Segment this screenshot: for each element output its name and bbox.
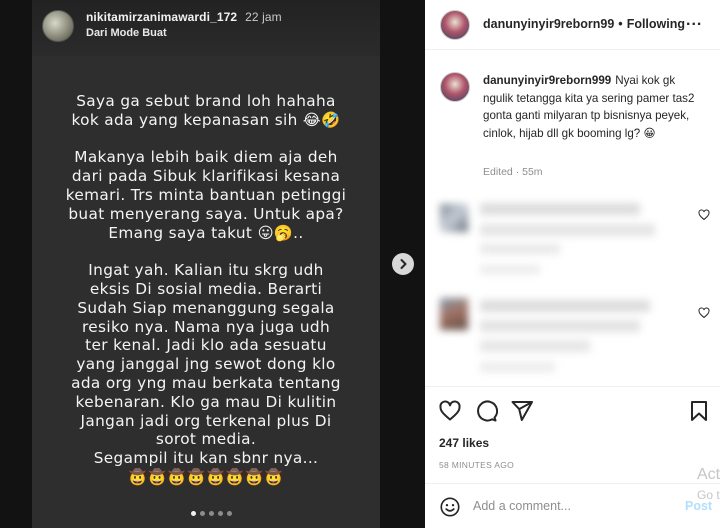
caption-avatar[interactable]: [440, 72, 470, 102]
story-text: Saya ga sebut brand loh hahaha kok ada y…: [65, 92, 347, 486]
carousel-dot[interactable]: [218, 511, 223, 516]
post-side-panel: danunyinyir9reborn99 • Following ... danun…: [425, 0, 720, 528]
story-subtitle: Dari Mode Buat: [86, 27, 167, 39]
comment-text-blurred: [480, 320, 640, 332]
carousel-dot[interactable]: [200, 511, 205, 516]
chevron-right-icon: [400, 259, 407, 269]
heart-icon[interactable]: [438, 399, 462, 423]
share-icon[interactable]: [510, 399, 534, 423]
story-avatar: [42, 10, 74, 42]
likes-count[interactable]: 247 likes: [439, 436, 489, 450]
bookmark-icon[interactable]: [687, 399, 711, 423]
following-button[interactable]: Following: [627, 17, 685, 31]
post-timestamp: 58 MINUTES AGO: [439, 460, 515, 470]
header-separator: •: [618, 17, 623, 31]
add-comment-bar: Post: [425, 483, 720, 528]
story-username: nikitamirzanimawardi_172 22 jam: [86, 10, 282, 24]
comment-meta-blurred: [480, 362, 555, 372]
more-options-icon[interactable]: ...: [686, 12, 702, 30]
heart-icon[interactable]: [698, 307, 710, 319]
comment-text-blurred: [480, 224, 655, 236]
comment-text-blurred: [480, 203, 640, 215]
comment-text-blurred: [480, 244, 560, 254]
carousel-dot[interactable]: [227, 511, 232, 516]
author-avatar[interactable]: [440, 10, 470, 40]
comment-input[interactable]: [473, 495, 673, 517]
instagram-post-view: nikitamirzanimawardi_172 22 jam Dari Mode…: [0, 0, 720, 528]
caption-meta: Edited · 55m: [483, 166, 543, 178]
carousel-dots: [191, 511, 232, 516]
next-slide-button[interactable]: [392, 253, 414, 275]
comment-meta-blurred: [480, 265, 540, 274]
comment-icon[interactable]: [474, 399, 498, 423]
post-actions: 247 likes 58 MINUTES AGO Post: [425, 386, 720, 528]
comment-text-blurred: [480, 340, 590, 352]
comment-text-blurred: [480, 300, 650, 312]
carousel-dot[interactable]: [209, 511, 214, 516]
post-header-text: danunyinyir9reborn99 • Following: [483, 17, 685, 31]
post-header: danunyinyir9reborn99 • Following ...: [425, 0, 720, 50]
story-header: [32, 0, 380, 56]
comment-avatar-blurred: [440, 204, 468, 232]
heart-icon[interactable]: [698, 209, 710, 221]
comment-avatar-blurred: [440, 298, 468, 330]
post-comment-button[interactable]: Post: [685, 499, 712, 513]
story-time: 22 jam: [245, 10, 282, 24]
smile-icon[interactable]: [439, 496, 461, 518]
author-username[interactable]: danunyinyir9reborn99: [483, 17, 614, 31]
carousel-dot[interactable]: [191, 511, 196, 516]
caption-text: danunyinyir9reborn999 Nyai kok gk ngulik …: [483, 72, 703, 142]
story-image: nikitamirzanimawardi_172 22 jam Dari Mode…: [32, 0, 380, 528]
media-panel: nikitamirzanimawardi_172 22 jam Dari Mode…: [0, 0, 425, 528]
story-username-text: nikitamirzanimawardi_172: [86, 10, 238, 24]
caption-username[interactable]: danunyinyir9reborn999: [483, 74, 611, 87]
